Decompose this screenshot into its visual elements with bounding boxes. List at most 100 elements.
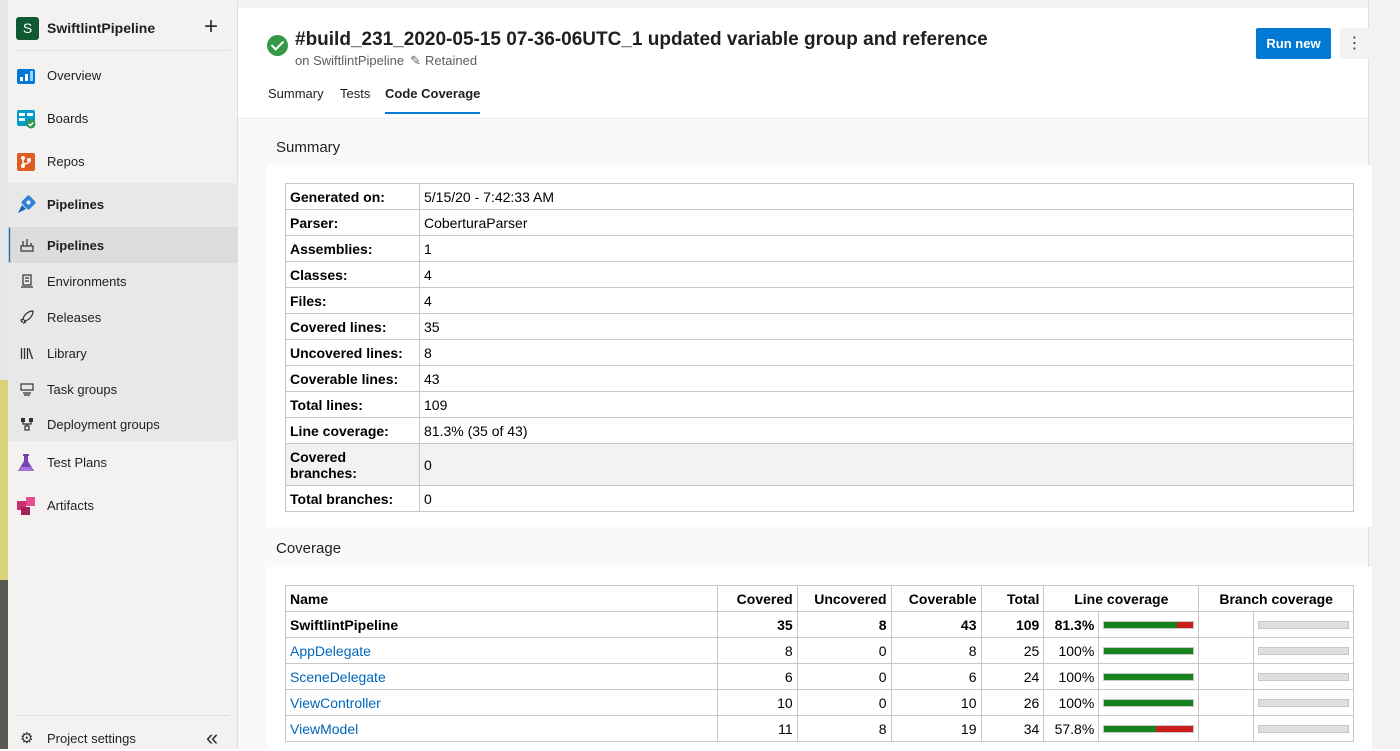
tab-code-coverage[interactable]: Code Coverage <box>385 86 481 114</box>
sidebar-item-library[interactable]: Library <box>8 335 238 371</box>
summary-key: Total lines: <box>285 391 420 418</box>
coverage-coverable-cell: 6 <box>890 663 982 690</box>
pipelines-icon <box>18 195 36 213</box>
summary-value: 4 <box>419 287 1354 314</box>
branch-coverage-bar <box>1257 646 1349 655</box>
covered-fill <box>1104 621 1177 628</box>
sidebar-item-overview[interactable]: Overview <box>8 55 238 98</box>
sidebar-item-test-plans[interactable]: Test Plans <box>8 442 238 485</box>
class-link[interactable]: ViewController <box>290 695 381 711</box>
branch-coverage-value-cell <box>1198 689 1254 716</box>
desktop-edge <box>0 0 8 749</box>
col-name: Name <box>285 585 718 612</box>
sidebar-item-label: Releases <box>47 310 102 325</box>
coverage-covered-cell: 10 <box>716 689 798 716</box>
coverage-uncovered-cell: 0 <box>796 689 892 716</box>
coverage-uncovered-cell: 0 <box>796 663 892 690</box>
sidebar-item-label: Boards <box>47 111 89 126</box>
sidebar-item-label: Test Plans <box>47 455 107 470</box>
branch-coverage-bar <box>1257 724 1349 733</box>
divider <box>16 715 230 716</box>
project-header[interactable]: S SwiftlintPipeline + <box>8 8 238 50</box>
summary-key: Covered lines: <box>285 313 420 340</box>
branch-coverage-bar-cell <box>1252 715 1355 742</box>
desktop-edge-yellow <box>0 380 8 580</box>
tab-summary[interactable]: Summary <box>268 86 324 101</box>
summary-row: Classes: 4 <box>285 261 1354 288</box>
class-link[interactable]: ViewModel <box>290 721 358 737</box>
summary-value: 81.3% (35 of 43) <box>419 417 1354 444</box>
sidebar-item-environments[interactable]: Environments <box>8 263 238 299</box>
sidebar-item-deployment-groups[interactable]: Deployment groups <box>8 406 238 442</box>
class-link[interactable]: AppDelegate <box>290 643 371 659</box>
branch-coverage-bar-cell <box>1252 663 1355 690</box>
sidebar-item-pipelines-group[interactable]: Pipelines <box>8 184 238 227</box>
sidebar-item-label: Overview <box>47 68 102 83</box>
coverage-row: ViewModel 11 8 19 34 57.8% <box>285 715 1355 742</box>
coverage-name-cell: SceneDelegate <box>285 663 718 690</box>
more-actions-icon[interactable]: ⋮ <box>1340 28 1369 59</box>
coverage-coverable-cell: 43 <box>890 611 982 638</box>
run-new-button[interactable]: Run new <box>1256 28 1331 59</box>
project-avatar: S <box>16 17 39 40</box>
summary-row: Covered lines: 35 <box>285 313 1354 340</box>
summary-row: Uncovered lines: 8 <box>285 339 1354 366</box>
summary-key: Covered branches: <box>285 443 420 486</box>
artifacts-icon <box>17 497 35 515</box>
line-coverage-bar <box>1103 724 1195 733</box>
run-header: #build_231_2020-05-15 07-36-06UTC_1 upda… <box>238 8 1369 118</box>
vertical-scrollbar[interactable] <box>1368 0 1400 749</box>
project-settings[interactable]: ⚙ Project settings « <box>8 722 238 751</box>
sidebar-item-boards[interactable]: Boards <box>8 98 238 141</box>
sidebar-item-repos[interactable]: Repos <box>8 141 238 184</box>
coverage-name-cell: ViewController <box>285 689 718 716</box>
coverage-pct-cell: 100% <box>1043 663 1100 690</box>
sidebar-item-pipelines[interactable]: Pipelines <box>8 227 238 263</box>
coverage-name-cell: AppDelegate <box>285 637 718 664</box>
summary-key: Total branches: <box>285 485 420 512</box>
summary-value: 5/15/20 - 7:42:33 AM <box>419 183 1354 210</box>
line-coverage-bar <box>1103 698 1195 707</box>
class-link[interactable]: SceneDelegate <box>290 669 386 685</box>
pipeline-link[interactable]: on SwiftlintPipeline <box>295 53 404 68</box>
project-name[interactable]: SwiftlintPipeline <box>47 20 155 36</box>
summary-value: 0 <box>419 485 1354 512</box>
covered-fill <box>1104 647 1194 654</box>
coverage-name-cell: ViewModel <box>285 715 718 742</box>
coverage-uncovered-cell: 0 <box>796 637 892 664</box>
summary-key: Uncovered lines: <box>285 339 420 366</box>
gear-icon: ⚙ <box>20 730 34 747</box>
uncovered-fill <box>1155 725 1194 732</box>
summary-key: Parser: <box>285 209 420 236</box>
coverage-covered-cell: 11 <box>716 715 798 742</box>
line-coverage-bar-cell <box>1098 637 1200 664</box>
line-coverage-bar-cell <box>1098 611 1200 638</box>
summary-key: Files: <box>285 287 420 314</box>
coverage-row: ViewController 10 0 10 26 100% <box>285 689 1355 716</box>
top-strip <box>238 0 1368 8</box>
summary-row: Coverable lines: 43 <box>285 365 1354 392</box>
summary-row: Parser: CoberturaParser <box>285 209 1354 236</box>
sidebar-item-task-groups[interactable]: Task groups <box>8 371 238 407</box>
coverage-row: SceneDelegate 6 0 6 24 100% <box>285 663 1355 690</box>
sidebar-item-artifacts[interactable]: Artifacts <box>8 485 238 528</box>
branch-coverage-bar <box>1257 620 1349 629</box>
tab-tests[interactable]: Tests <box>340 86 370 101</box>
summary-table: Generated on: 5/15/20 - 7:42:33 AM Parser:… <box>285 183 1354 512</box>
coverage-pct-cell: 81.3% <box>1043 611 1100 638</box>
sidebar-item-releases[interactable]: Releases <box>8 299 238 335</box>
line-coverage-bar-cell <box>1098 663 1200 690</box>
coverage-total-cell: 25 <box>980 637 1045 664</box>
summary-key: Coverable lines: <box>285 365 420 392</box>
coverage-pct-cell: 57.8% <box>1043 715 1100 742</box>
coverage-heading: Coverage <box>276 540 342 557</box>
summary-row: Generated on: 5/15/20 - 7:42:33 AM <box>285 183 1354 210</box>
collapse-sidebar-icon[interactable]: « <box>206 725 218 751</box>
coverage-total-cell: 34 <box>980 715 1045 742</box>
coverage-name-cell: SwiftlintPipeline <box>285 611 718 638</box>
coverage-total-cell: 109 <box>980 611 1045 638</box>
add-icon[interactable]: + <box>204 14 218 40</box>
sidebar-item-label: Pipelines <box>47 197 105 212</box>
col-covered: Covered <box>716 585 798 612</box>
rocket-icon <box>20 310 34 324</box>
